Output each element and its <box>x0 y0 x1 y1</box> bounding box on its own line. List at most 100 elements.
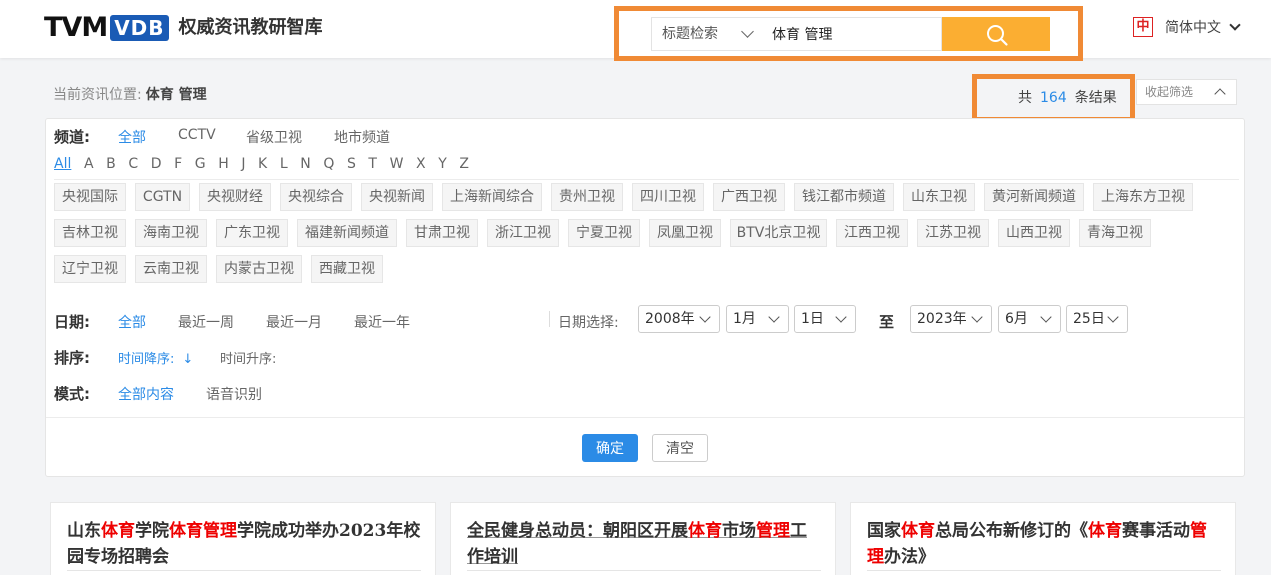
site-name: 权威资讯教研智库 <box>178 17 323 38</box>
channel-tag[interactable]: 央视国际 <box>54 183 126 211</box>
clear-button[interactable]: 清空 <box>652 434 708 462</box>
result-card-title[interactable]: 山东体育学院体育管理学院成功举办2023年校园专场招聘会 <box>67 518 423 570</box>
channel-tag[interactable]: 山西卫视 <box>998 219 1070 247</box>
letter-item[interactable]: A <box>84 156 94 172</box>
letter-item[interactable]: N <box>300 156 310 172</box>
channel-tag[interactable]: 央视新闻 <box>361 183 433 211</box>
from-day-select[interactable]: 1日 <box>794 305 856 333</box>
channel-tag[interactable]: 宁夏卫视 <box>568 219 640 247</box>
language-switcher[interactable]: 中 简体中文 <box>1133 15 1241 39</box>
site-logo[interactable]: TVM VDB 权威资讯教研智库 <box>44 14 323 42</box>
to-day-select[interactable]: 25日 <box>1066 305 1128 333</box>
date-option-month[interactable]: 最近一月 <box>266 312 322 332</box>
channel-tag[interactable]: 凤凰卫视 <box>649 219 721 247</box>
sort-asc-option[interactable]: 时间升序: <box>220 348 276 367</box>
date-option-all[interactable]: 全部 <box>118 312 146 332</box>
channel-tag[interactable]: 西藏卫视 <box>311 255 383 283</box>
from-month-select[interactable]: 1月 <box>726 305 789 333</box>
confirm-button[interactable]: 确定 <box>582 434 638 462</box>
result-card[interactable]: 山东体育学院体育管理学院成功举办2023年校园专场招聘会 <box>50 502 436 575</box>
letter-item[interactable]: X <box>416 156 426 172</box>
sort-desc-option[interactable]: 时间降序: ↓ <box>118 348 193 367</box>
letter-item[interactable]: T <box>368 156 377 172</box>
letter-item[interactable]: B <box>106 156 116 172</box>
channel-tag[interactable]: 甘肃卫视 <box>406 219 478 247</box>
channel-tag[interactable]: 云南卫视 <box>135 255 207 283</box>
channel-tag[interactable]: 贵州卫视 <box>551 183 623 211</box>
channel-tag[interactable]: 辽宁卫视 <box>54 255 126 283</box>
to-year-select[interactable]: 2023年 <box>910 305 992 333</box>
letter-item[interactable]: K <box>258 156 267 172</box>
channel-tag[interactable]: 浙江卫视 <box>487 219 559 247</box>
date-option-week[interactable]: 最近一周 <box>178 312 234 332</box>
letter-item[interactable]: J <box>241 156 245 172</box>
result-card[interactable]: 国家体育总局公布新修订的《体育赛事活动管理办法》 <box>850 502 1236 575</box>
letter-item[interactable]: Z <box>459 156 469 172</box>
logo-tvm: TVM <box>44 12 108 43</box>
channel-tag[interactable]: 四川卫视 <box>632 183 704 211</box>
result-card[interactable]: 全民健身总动员：朝阳区开展体育市场管理工作培训 <box>450 502 836 575</box>
mode-option-asr[interactable]: 语音识别 <box>206 384 262 404</box>
channel-tag[interactable]: CGTN <box>135 183 190 211</box>
title-text: 市场 <box>722 521 756 541</box>
letter-item[interactable]: D <box>151 156 162 172</box>
channel-tag[interactable]: 江苏卫视 <box>917 219 989 247</box>
from-day-value: 1日 <box>801 311 824 327</box>
letter-item[interactable]: C <box>128 156 138 172</box>
channel-option-city[interactable]: 地市频道 <box>334 127 390 147</box>
chevron-up-icon <box>1214 88 1226 100</box>
channel-option-all[interactable]: 全部 <box>118 127 146 147</box>
search-button[interactable] <box>942 17 1050 51</box>
channel-option-cctv[interactable]: CCTV <box>178 127 216 143</box>
to-month-select[interactable]: 6月 <box>998 305 1061 333</box>
channel-tag[interactable]: 黄河新闻频道 <box>984 183 1084 211</box>
letter-item[interactable]: F <box>174 156 182 172</box>
search-input[interactable] <box>764 17 942 51</box>
channel-tag[interactable]: 上海东方卫视 <box>1093 183 1193 211</box>
from-year-select[interactable]: 2008年 <box>638 305 720 333</box>
title-text: 总局公布新修订的《 <box>935 521 1088 541</box>
channel-option-provincial[interactable]: 省级卫视 <box>246 127 302 147</box>
title-text: 办法》 <box>884 547 935 567</box>
result-card-title[interactable]: 国家体育总局公布新修订的《体育赛事活动管理办法》 <box>867 518 1223 570</box>
result-card-title[interactable]: 全民健身总动员：朝阳区开展体育市场管理工作培训 <box>467 518 823 570</box>
chevron-down-icon <box>1040 311 1052 323</box>
title-highlight: 体育 <box>688 521 722 541</box>
channel-tag[interactable]: 内蒙古卫视 <box>216 255 302 283</box>
mode-option-all[interactable]: 全部内容 <box>118 384 174 404</box>
letter-item[interactable]: H <box>218 156 229 172</box>
sort-desc-label: 时间降序: <box>118 352 175 367</box>
chevron-down-icon <box>835 311 847 323</box>
date-option-year[interactable]: 最近一年 <box>354 312 410 332</box>
channel-tag[interactable]: 钱江都市频道 <box>794 183 894 211</box>
letter-item[interactable]: Y <box>438 156 447 172</box>
channel-tag[interactable]: 青海卫视 <box>1079 219 1151 247</box>
channel-tag[interactable]: 央视综合 <box>280 183 352 211</box>
title-highlight: 体育管理 <box>169 521 237 541</box>
channel-tag[interactable]: 江西卫视 <box>836 219 908 247</box>
channel-tag[interactable]: 广西卫视 <box>713 183 785 211</box>
letter-index: All A B C D F G H J K L N Q S T W X Y Z <box>54 156 482 172</box>
letter-item[interactable]: L <box>280 156 288 172</box>
letter-all[interactable]: All <box>54 156 71 172</box>
collapse-filter-button[interactable]: 收起筛选 <box>1136 79 1237 105</box>
to-year-value: 2023年 <box>917 311 967 327</box>
letter-item[interactable]: S <box>347 156 356 172</box>
channel-tag[interactable]: 海南卫视 <box>135 219 207 247</box>
channel-tag[interactable]: 吉林卫视 <box>54 219 126 247</box>
date-label: 日期: <box>54 313 90 331</box>
channel-tag[interactable]: BTV北京卫视 <box>730 219 827 247</box>
letter-item[interactable]: W <box>390 156 404 172</box>
divider <box>867 570 1221 571</box>
channel-tag[interactable]: 福建新闻频道 <box>297 219 397 247</box>
channel-tag[interactable]: 广东卫视 <box>216 219 288 247</box>
result-count-prefix: 共 <box>1018 90 1032 106</box>
search-type-select[interactable]: 标题检索 <box>651 17 765 51</box>
letter-item[interactable]: G <box>195 156 206 172</box>
channel-tag[interactable]: 山东卫视 <box>903 183 975 211</box>
chevron-down-icon <box>699 311 711 323</box>
letter-item[interactable]: Q <box>323 156 334 172</box>
filter-panel: 频道: 全部 CCTV 省级卫视 地市频道 All A B C D F G H … <box>45 118 1245 477</box>
channel-tag[interactable]: 央视财经 <box>199 183 271 211</box>
channel-tag[interactable]: 上海新闻综合 <box>442 183 542 211</box>
